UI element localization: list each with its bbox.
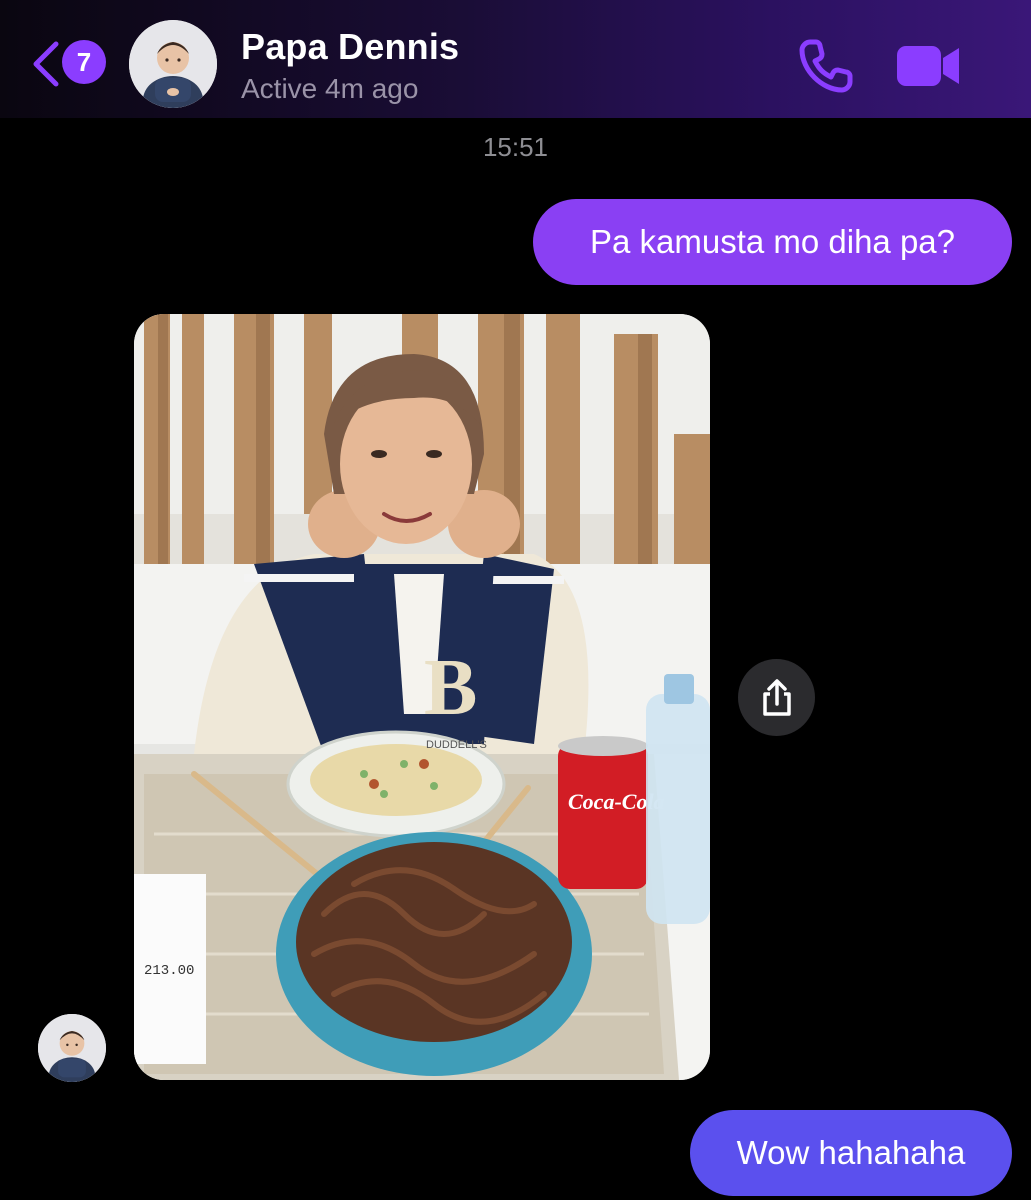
message-text: Pa kamusta mo diha pa? xyxy=(589,223,956,260)
phone-icon xyxy=(799,39,853,93)
video-camera-icon xyxy=(897,46,959,86)
bowl-label-text: DUDDELL'S xyxy=(426,739,487,751)
share-button[interactable] xyxy=(738,659,815,736)
voice-call-button[interactable] xyxy=(796,36,856,96)
baby-avatar-image xyxy=(38,1014,106,1082)
receipt-total-text: 213.00 xyxy=(144,963,194,979)
unread-count-badge: 7 xyxy=(62,40,106,84)
message-timestamp: 15:51 xyxy=(482,132,549,162)
contact-avatar[interactable] xyxy=(129,20,217,108)
sender-avatar[interactable] xyxy=(38,1014,106,1082)
video-call-button[interactable] xyxy=(893,40,963,92)
baby-avatar-image xyxy=(129,20,217,108)
shared-photo: B 213.00 DUDDELL'S Coca-Cola xyxy=(134,314,710,1080)
svg-text:B: B xyxy=(424,644,477,732)
outgoing-message-bubble[interactable]: Pa kamusta mo diha pa? xyxy=(533,199,1012,285)
chevron-left-icon xyxy=(33,41,59,87)
incoming-photo-message[interactable]: B 213.00 DUDDELL'S Coca-Cola xyxy=(134,314,710,1080)
share-icon xyxy=(762,678,791,716)
contact-status: Active 4m ago xyxy=(241,73,419,104)
chat-header: 7 Papa Dennis Active 4m ago xyxy=(0,0,1031,118)
back-button[interactable]: 7 xyxy=(26,36,116,92)
contact-name[interactable]: Papa Dennis xyxy=(241,26,459,68)
message-text: Wow hahahaha xyxy=(736,1134,966,1171)
messenger-chat-screen: 7 Papa Dennis Active 4m ago 15:51 Pa kam… xyxy=(0,0,1031,1200)
outgoing-message-bubble[interactable]: Wow hahahaha xyxy=(690,1110,1012,1196)
